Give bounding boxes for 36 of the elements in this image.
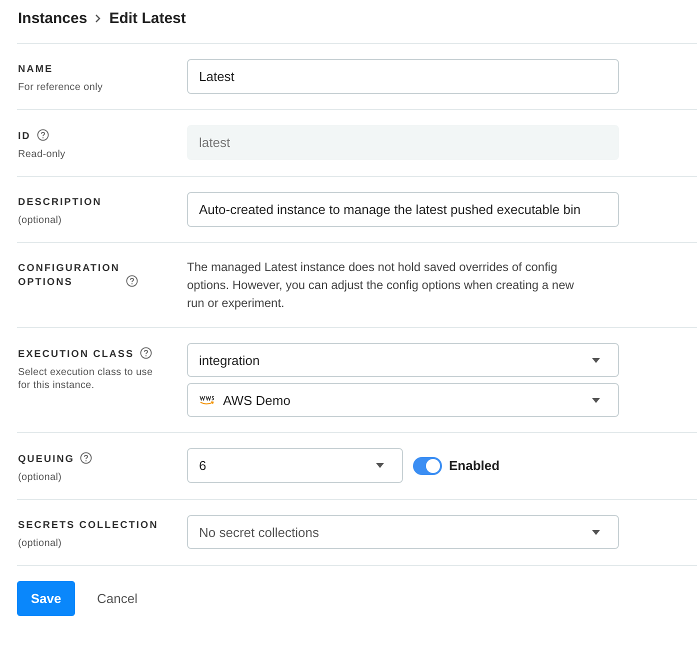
field-hint: Read-only xyxy=(18,148,66,161)
save-button[interactable]: Save xyxy=(17,581,75,616)
field-hint: (optional) xyxy=(18,537,63,550)
field-hint: For reference only xyxy=(18,81,104,94)
caret-icon xyxy=(376,463,384,468)
page-title: Edit Latest xyxy=(109,10,186,27)
field-hint: (optional) xyxy=(18,471,63,484)
chevron-icon xyxy=(95,14,102,23)
info-text: The managed Latest instance does not hold saved overrides of config options. However, you can adjust the config options when creating a new run or experiment. xyxy=(187,259,575,312)
dropdown-select[interactable]: 6 xyxy=(187,448,403,483)
cancel-button[interactable]: Cancel xyxy=(85,583,150,614)
field-label: NAME xyxy=(18,63,54,77)
field-label: DESCRIPTION xyxy=(18,196,102,210)
field-hint: (optional) xyxy=(18,214,63,227)
field-hint: Select execution class to use for this instance. xyxy=(18,366,154,392)
field-label: SECRETS COLLECTION xyxy=(18,519,158,533)
help-icon[interactable] xyxy=(36,129,49,141)
field-label: EXECUTION CLASS xyxy=(18,348,134,362)
caret-icon xyxy=(592,358,600,362)
field-label: QUEUING xyxy=(18,453,74,467)
caret-icon xyxy=(592,398,600,402)
caret-icon xyxy=(592,530,600,534)
breadcrumb-link[interactable]: Instances xyxy=(18,10,88,27)
toggle-switch[interactable] xyxy=(413,456,442,474)
dropdown-select[interactable]: integration xyxy=(187,343,619,377)
help-icon[interactable] xyxy=(80,452,92,464)
field-label: CONFIGURATION OPTIONS xyxy=(18,262,120,290)
text-input: latest xyxy=(187,125,619,160)
help-icon[interactable] xyxy=(140,347,152,359)
field-label: ID xyxy=(18,130,31,144)
text-input[interactable]: Latest xyxy=(187,59,619,94)
dropdown-select[interactable]: No secret collections xyxy=(187,515,619,549)
text-input[interactable]: Auto-created instance to manage the latest pushed executable bin xyxy=(187,192,619,227)
help-icon[interactable] xyxy=(126,275,138,287)
toggle-label: Enabled xyxy=(449,458,500,473)
dropdown-select[interactable]: AWS Demo xyxy=(187,383,619,417)
